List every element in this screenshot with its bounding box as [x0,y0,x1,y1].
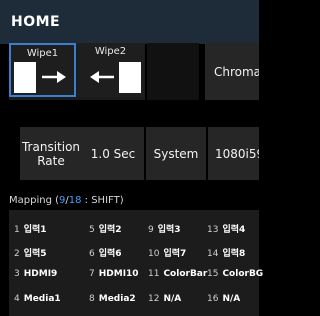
wipe1-button[interactable]: Wipe1 [9,43,76,97]
mapping-cell-number: 12 [148,294,160,304]
mapping-cell[interactable]: 6 입력6 [89,246,122,259]
wipe2-source-block [119,62,141,93]
mapping-cell-number: 1 [14,225,20,235]
mapping-prefix: Mapping ( [9,195,59,206]
mapping-cell[interactable]: 11 ColorBar [148,269,207,279]
mapping-cell[interactable]: 14 입력8 [207,246,245,259]
resolution-button[interactable]: 1080i59 [208,127,259,180]
mapping-cell[interactable]: 10 입력7 [148,246,186,259]
mapping-cell-label: ColorBG [222,269,264,279]
mapping-cell-number: 8 [89,294,95,304]
mapping-cell[interactable]: 3 HDMI9 [14,269,57,279]
duration-button[interactable]: 1.0 Sec [82,127,144,180]
mapping-cell-label: 입력1 [23,225,47,235]
mapping-cell[interactable]: 13 입력4 [207,222,245,235]
chroma-button[interactable]: Chroma [205,43,259,100]
mapping-cell-number: 10 [148,249,160,259]
mapping-cell-label: Media1 [23,294,61,304]
wipe1-source-block [14,62,36,93]
mapping-cell[interactable]: 16 N/A [207,294,240,304]
empty-slot-button[interactable] [147,43,199,100]
mapping-cell-label: HDMI10 [98,269,139,279]
mapping-grid: 1 입력1 5 입력2 9 입력3 13 입력4 2 입력5 6 입력6 10 입력7 14 입력8 3 HDMI… [9,210,263,316]
header-bar: HOME [0,0,259,44]
arrow-right-icon [42,71,66,83]
mapping-cell-number: 3 [14,269,20,279]
chroma-label: Chroma [214,64,259,79]
mapping-cell-number: 14 [207,249,219,259]
mapping-cell-number: 16 [207,294,219,304]
system-label: System [153,146,199,161]
transition-rate-line2: Rate [37,153,65,168]
mapping-total-pages: 18 [68,195,82,206]
mapping-suffix: : SHIFT) [81,195,124,206]
mapping-cell[interactable]: 2 입력5 [14,246,47,259]
mapping-cell[interactable]: 8 Media2 [89,294,136,304]
resolution-value: 1080i59 [215,146,259,161]
transition-rate-line1: Transition [21,139,81,154]
mapping-cell-label: Media2 [98,294,136,304]
mapping-cell-label: 입력2 [98,225,122,235]
system-button[interactable]: System [146,127,206,180]
page-title: HOME [11,14,61,30]
mapping-cell-label: N/A [163,294,182,304]
wipe-panel: Wipe1 Wipe2 [9,43,145,100]
mapping-cell-label: 입력3 [157,225,181,235]
mapping-cell[interactable]: 12 N/A [148,294,181,304]
mapping-cell[interactable]: 7 HDMI10 [89,269,139,279]
wipe1-label: Wipe1 [26,48,59,59]
mapping-cell-number: 15 [207,269,219,279]
mapping-cell-label: HDMI9 [23,269,58,279]
mapping-cell-number: 13 [207,225,219,235]
wipe2-label: Wipe2 [94,46,127,57]
mapping-cell-label: 입력5 [23,249,47,259]
mapping-cell-number: 4 [14,294,20,304]
mapping-status: Mapping (9/18 : SHIFT) [9,195,124,206]
mapping-cell-label: 입력4 [222,225,246,235]
mapping-cell-label: 입력7 [163,249,187,259]
wipe2-button[interactable]: Wipe2 [77,43,144,97]
mapping-cell-number: 7 [89,269,95,279]
mapping-cell-number: 5 [89,225,95,235]
mapping-cell-number: 2 [14,249,20,259]
mapping-cell-number: 6 [89,249,95,259]
mapping-cell-label: ColorBar [163,269,208,279]
transition-rate-button[interactable]: Transition Rate [20,127,82,180]
mapping-cell-number: 11 [148,269,160,279]
duration-value: 1.0 Sec [90,146,136,161]
mapping-cell[interactable]: 1 입력1 [14,222,47,235]
mapping-cell-label: 입력6 [98,249,122,259]
mapping-cell[interactable]: 5 입력2 [89,222,122,235]
mapping-cell[interactable]: 4 Media1 [14,294,61,304]
mapping-cell-label: N/A [222,294,241,304]
arrow-left-icon [90,71,114,83]
mapping-cell-number: 9 [148,225,154,235]
mapping-cell[interactable]: 9 입력3 [148,222,181,235]
mapping-cell-label: 입력8 [222,249,246,259]
mapping-cell[interactable]: 15 ColorBG [207,269,263,279]
